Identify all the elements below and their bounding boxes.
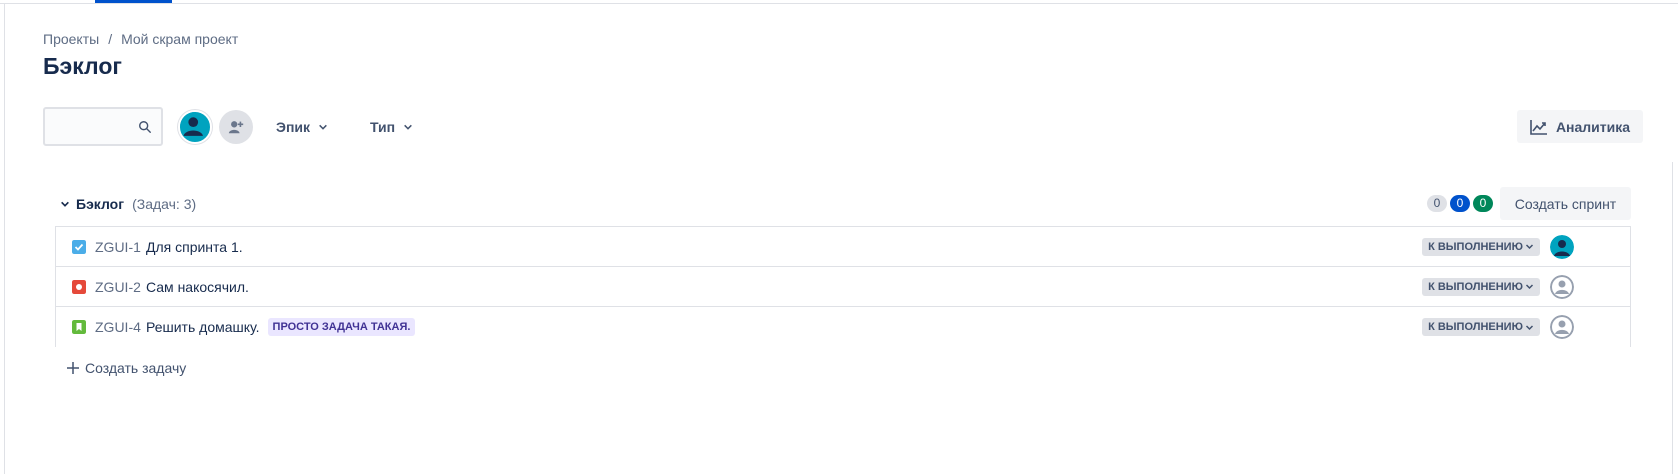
story-type-icon xyxy=(72,320,86,334)
status-label: К выполнению xyxy=(1428,321,1523,333)
panel-divider xyxy=(1672,162,1673,474)
issue-key[interactable]: ZGUI-2 xyxy=(95,279,141,295)
unassigned-avatar-icon[interactable] xyxy=(1550,274,1574,299)
chevron-down-icon[interactable] xyxy=(60,199,70,209)
analytics-label: Аналитика xyxy=(1555,118,1631,135)
backlog-section-header[interactable]: Бэклог (Задач: 3) xyxy=(60,194,196,214)
issue-row[interactable]: ZGUI-2 Сам накосячил. К выполнению xyxy=(56,267,1630,307)
chevron-down-icon xyxy=(319,124,327,130)
chart-line-icon xyxy=(1530,119,1547,135)
user-avatar-filter[interactable] xyxy=(178,110,212,144)
backlog-issue-count: (Задач: 3) xyxy=(132,196,197,212)
unassigned-avatar-icon[interactable] xyxy=(1550,315,1574,339)
search-input[interactable] xyxy=(43,107,163,146)
breadcrumb: Проекты / Мой скрам проект xyxy=(43,31,238,47)
add-person-icon xyxy=(228,121,244,134)
type-filter-dropdown[interactable]: Тип xyxy=(370,116,413,138)
top-navigation-bar xyxy=(0,0,1678,4)
analytics-button[interactable]: Аналитика xyxy=(1517,110,1643,143)
bug-type-icon xyxy=(72,279,86,294)
breadcrumb-projects-link[interactable]: Проекты xyxy=(43,31,99,47)
backlog-title: Бэклог xyxy=(76,196,125,212)
search-icon xyxy=(139,121,151,133)
chevron-down-icon xyxy=(1525,324,1533,330)
issue-summary-text: Для спринта 1. xyxy=(146,238,243,255)
plus-icon xyxy=(67,362,79,374)
task-type-icon xyxy=(72,239,86,254)
epic-filter-label: Эпик xyxy=(276,119,311,135)
create-task-label: Создать задачу xyxy=(85,360,187,376)
status-dropdown[interactable]: К выполнению xyxy=(1422,277,1540,296)
page-title: Бэклог xyxy=(43,53,122,79)
status-label: К выполнению xyxy=(1428,240,1523,253)
breadcrumb-project-link[interactable]: Мой скрам проект xyxy=(121,31,238,47)
sidebar-divider xyxy=(4,4,5,474)
type-filter-label: Тип xyxy=(370,119,396,135)
issue-summary-text: Сам накосячил. xyxy=(146,278,249,295)
status-dropdown[interactable]: К выполнению xyxy=(1422,318,1540,336)
in-progress-count-badge: 0 xyxy=(1450,195,1470,212)
issue-key[interactable]: ZGUI-4 xyxy=(95,319,141,335)
issue-summary: Для спринта 1. xyxy=(146,239,243,255)
issue-row[interactable]: ZGUI-1 Для спринта 1. К выполнению xyxy=(56,227,1630,267)
issue-summary: Сам накосячил. xyxy=(146,279,249,295)
breadcrumb-separator: / xyxy=(108,31,113,47)
add-people-button[interactable] xyxy=(219,110,253,144)
create-sprint-button[interactable]: Создать спринт xyxy=(1500,187,1631,220)
todo-count-badge: 0 xyxy=(1427,195,1447,212)
epic-label[interactable]: Просто задача такая. xyxy=(267,318,416,336)
create-task-button[interactable]: Создать задачу xyxy=(67,358,186,378)
user-avatar-icon xyxy=(180,112,207,139)
search-field[interactable] xyxy=(45,109,141,144)
status-label: К выполнению xyxy=(1428,280,1523,293)
status-count-badges: 0 0 0 xyxy=(1427,195,1493,212)
issue-summary-text: Решить домашку. xyxy=(146,319,260,335)
issue-list: ZGUI-1 Для спринта 1. К выполнению ZGUI-… xyxy=(55,226,1631,347)
epic-filter-dropdown[interactable]: Эпик xyxy=(276,116,328,138)
status-dropdown[interactable]: К выполнению xyxy=(1422,237,1540,256)
assignee-avatar[interactable] xyxy=(1550,234,1574,259)
issue-row[interactable]: ZGUI-4 Решить домашку. Просто задача так… xyxy=(56,307,1630,347)
done-count-badge: 0 xyxy=(1473,195,1493,212)
chevron-down-icon xyxy=(404,124,412,130)
issue-key[interactable]: ZGUI-1 xyxy=(95,239,141,255)
issue-summary: Решить домашку. Просто задача такая. xyxy=(146,318,416,336)
chevron-down-icon xyxy=(1525,244,1533,250)
active-tab-indicator xyxy=(95,0,172,3)
chevron-down-icon xyxy=(1525,284,1533,290)
